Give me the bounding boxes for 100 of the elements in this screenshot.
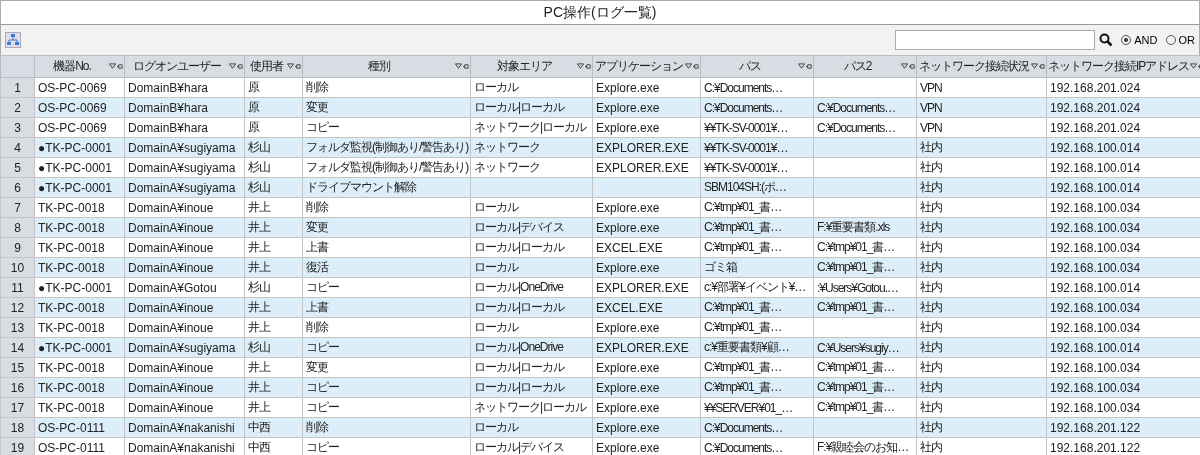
table-cell: C:¥tmp¥01_書…: [704, 220, 782, 234]
table-cell: VPN: [920, 100, 942, 115]
radio-option[interactable]: AND: [1121, 34, 1158, 46]
table-cell: 192.168.100.034: [1050, 260, 1141, 275]
filter-icon[interactable]: [901, 63, 908, 70]
table-cell: 社内: [920, 240, 942, 254]
table-cell: C:¥tmp¥01_書…: [817, 240, 895, 254]
table-cell: 杉山: [248, 160, 270, 174]
table-cell: 変更: [306, 100, 328, 114]
filter-icon[interactable]: [229, 63, 236, 70]
table-cell: 192.168.100.014: [1050, 180, 1141, 195]
table-cell: 井上: [248, 400, 270, 414]
table-cell: 中西: [248, 440, 270, 454]
table-cell: DomainA¥inoue: [128, 320, 214, 335]
table-cell: OS-PC-0111: [38, 420, 105, 435]
table-cell: 井上: [248, 320, 270, 334]
table-cell: EXPLORER.EXE: [596, 140, 689, 155]
filter-icon[interactable]: [109, 63, 116, 70]
table-cell: 削除: [306, 200, 328, 214]
table-cell: 井上: [248, 220, 270, 234]
table-cell: DomainB¥hara: [128, 100, 209, 115]
table-cell: DomainA¥sugiyama: [128, 140, 236, 155]
table-cell: DomainA¥inoue: [128, 260, 214, 275]
table-cell: 社内: [920, 440, 942, 454]
row-number: 7: [14, 200, 21, 215]
table-cell: c:¥部署¥イベント¥…: [704, 280, 806, 294]
table-cell: 社内: [920, 280, 942, 294]
radio-option[interactable]: OR: [1165, 34, 1195, 46]
table-cell: ネットワーク: [474, 160, 540, 174]
table-cell: ローカル: [474, 260, 518, 274]
table-cell: DomainA¥sugiyama: [128, 160, 236, 175]
filter-icon[interactable]: [685, 63, 692, 70]
filter-icon[interactable]: [1031, 63, 1038, 70]
table-cell: Explore.exe: [596, 360, 660, 375]
table-cell: 192.168.201.024: [1050, 100, 1141, 115]
table-cell: TK-PC-0018: [38, 300, 105, 315]
table-cell: 上書: [306, 240, 328, 254]
table-cell: ローカル|OneDrive: [474, 280, 563, 294]
table-cell: 社内: [920, 320, 942, 334]
table-cell: 原: [248, 100, 259, 114]
table-cell: OS-PC-0111: [38, 440, 105, 455]
table-cell: 井上: [248, 260, 270, 274]
row-number: 17: [10, 400, 25, 415]
filter-icon[interactable]: [1190, 63, 1198, 70]
table-cell: DomainA¥inoue: [128, 220, 214, 235]
table-cell: C:¥Documents…: [817, 120, 896, 135]
table-cell: 192.168.100.034: [1050, 240, 1141, 255]
table-cell: 192.168.100.034: [1050, 220, 1141, 235]
table-cell: 井上: [248, 380, 270, 394]
table-cell: DomainB¥hara: [128, 120, 209, 135]
table-cell: 変更: [306, 220, 328, 234]
table-cell: OS-PC-0069: [38, 120, 107, 135]
table-cell: フォルダ監視(制御あり/警告あり): [306, 140, 469, 154]
table-cell: DomainA¥sugiyama: [128, 340, 236, 355]
filter-icon[interactable]: [455, 63, 462, 70]
table-cell: SBM104SH:(ポ…: [704, 180, 787, 194]
table-cell: ローカル|ローカル: [474, 100, 565, 114]
window-title: PC操作(ログ一覧): [543, 3, 657, 22]
table-cell: C:¥tmp¥01_書…: [704, 320, 782, 334]
table-cell: C:¥Users¥sugiy…: [817, 340, 899, 355]
table-cell: DomainA¥sugiyama: [128, 180, 236, 195]
table-cell: 社内: [920, 380, 942, 394]
table-cell: 192.168.100.014: [1050, 340, 1141, 355]
table-cell: 社内: [920, 200, 942, 214]
table-cell: DomainA¥nakanishi: [128, 440, 235, 455]
table-cell: ネットワーク: [474, 140, 540, 154]
search-field[interactable]: [895, 30, 1096, 50]
table-cell: Explore.exe: [596, 420, 660, 435]
table-cell: 192.168.100.014: [1050, 280, 1141, 295]
table-cell: VPN: [920, 120, 942, 135]
row-number: 4: [14, 140, 21, 155]
table-cell: ●TK-PC-0001: [38, 280, 112, 295]
table-cell: 192.168.100.034: [1050, 200, 1141, 215]
table-cell: フォルダ監視(制御あり/警告あり): [306, 160, 469, 174]
table-cell: C:¥tmp¥01_書…: [817, 300, 895, 314]
table-cell: ドライブマウント解除: [306, 180, 416, 194]
row-number: 8: [14, 220, 21, 235]
filter-icon[interactable]: [287, 63, 294, 70]
table-cell: C:¥tmp¥01_書…: [704, 360, 782, 374]
table-cell: TK-PC-0018: [38, 200, 105, 215]
table-cell: DomainA¥inoue: [128, 240, 214, 255]
row-number: 12: [10, 300, 25, 315]
table-cell: 社内: [920, 180, 942, 194]
table-cell: 192.168.100.034: [1050, 400, 1141, 415]
table-cell: TK-PC-0018: [38, 320, 105, 335]
table-cell: Explore.exe: [596, 440, 660, 455]
row-number: 1: [14, 80, 21, 95]
filter-icon[interactable]: [577, 63, 584, 70]
hierarchy-icon[interactable]: [5, 32, 21, 48]
table-cell: VPN: [920, 80, 942, 95]
table-cell: :¥Users¥Gotou.…: [817, 280, 899, 295]
table-cell: C:¥Documents…: [704, 80, 783, 95]
search-icon[interactable]: [1099, 33, 1114, 47]
row-number: 5: [14, 160, 21, 175]
table-cell: C:¥tmp¥01_書…: [704, 380, 782, 394]
filter-icon[interactable]: [798, 63, 805, 70]
table-cell: F:¥重要書類.xls: [817, 220, 890, 234]
table-cell: TK-PC-0018: [38, 360, 105, 375]
table-cell: TK-PC-0018: [38, 400, 105, 415]
table-cell: コピー: [306, 120, 339, 134]
